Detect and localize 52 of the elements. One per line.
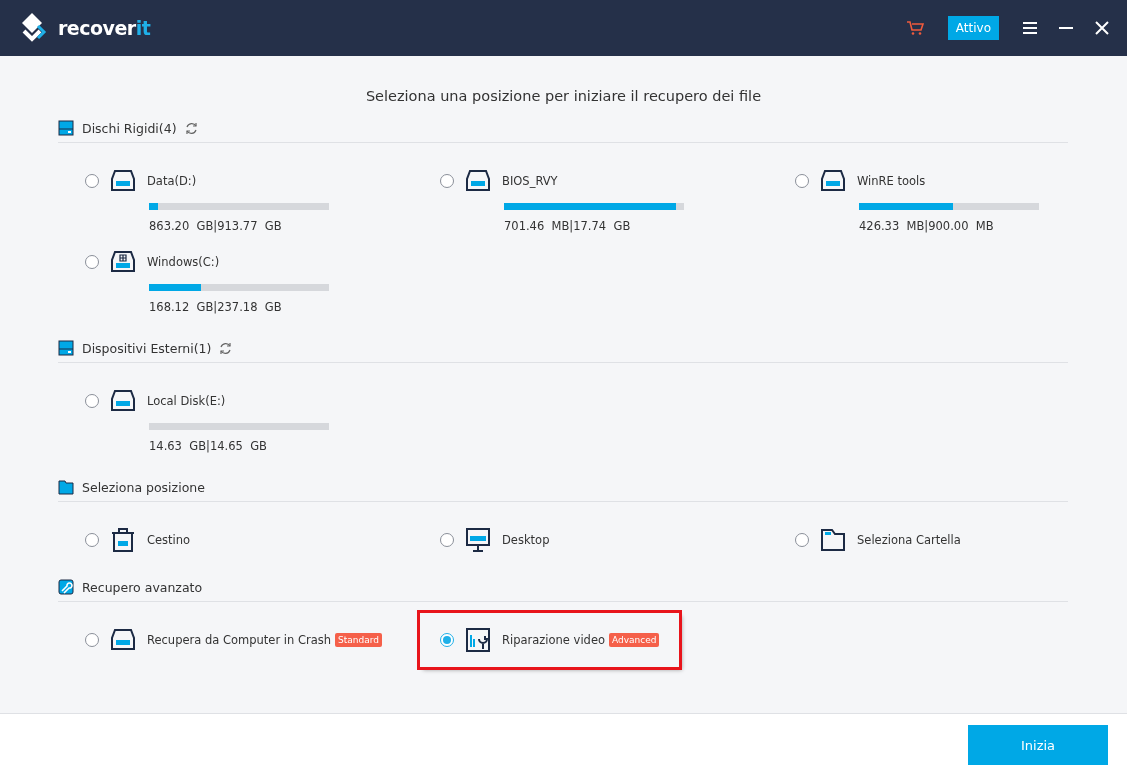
section-title: Seleziona posizione <box>82 479 205 495</box>
close-icon <box>1095 21 1109 35</box>
menu-icon <box>1023 22 1037 34</box>
location-label[interactable]: Data(D:) <box>147 174 197 188</box>
refresh-icon[interactable] <box>219 341 233 355</box>
cart-icon <box>905 20 924 36</box>
location-label[interactable]: Windows(C:) <box>147 255 220 269</box>
disk-size: 426.33 MB|900.00 MB <box>859 219 995 233</box>
radio-button[interactable] <box>85 255 99 269</box>
radio-button[interactable] <box>440 633 454 647</box>
refresh-icon[interactable] <box>184 121 198 135</box>
location-label[interactable]: Local Disk(E:) <box>147 394 226 408</box>
location-label[interactable]: Cestino <box>147 533 191 547</box>
windows-drive-icon <box>110 249 136 275</box>
location-label[interactable]: Seleziona Cartella <box>857 533 961 547</box>
location-label[interactable]: Desktop <box>502 533 550 547</box>
trash-icon <box>110 527 136 553</box>
radio-button[interactable] <box>440 533 454 547</box>
page-title: Seleziona una posizione per iniziare il recupero dei file <box>364 88 763 104</box>
drive-icon <box>820 168 846 194</box>
edition-badge: Advanced <box>609 633 660 647</box>
radio-button[interactable] <box>440 174 454 188</box>
drive-icon <box>110 168 136 194</box>
radio-button[interactable] <box>85 394 99 408</box>
radio-button[interactable] <box>85 174 99 188</box>
radio-button[interactable] <box>795 533 809 547</box>
disk-size: 701.46 MB|17.74 GB <box>504 219 632 233</box>
radio-button[interactable] <box>795 174 809 188</box>
folder-icon <box>58 479 74 495</box>
disk-size: 14.63 GB|14.65 GB <box>149 439 268 453</box>
drive-icon <box>465 168 491 194</box>
edition-badge: Standard <box>335 633 382 647</box>
location-label[interactable]: BIOS_RVY <box>502 174 558 188</box>
radio-button[interactable] <box>85 633 99 647</box>
section-title: Dispositivi Esterni(1) <box>82 340 212 356</box>
section-title: Dischi Rigidi(4) <box>82 120 177 136</box>
drive-icon <box>58 120 74 136</box>
drive-icon <box>110 627 136 653</box>
monitor-icon <box>465 527 491 553</box>
disk-size: 863.20 GB|913.77 GB <box>149 219 283 233</box>
folder-icon <box>820 527 846 553</box>
disk-size: 168.12 GB|237.18 GB <box>149 300 283 314</box>
wrench-icon <box>58 579 74 595</box>
drive-icon <box>110 388 136 414</box>
drive-icon <box>58 340 74 356</box>
location-label[interactable]: Recupera da Computer in Crash <box>147 633 332 647</box>
section-title: Recupero avanzato <box>82 579 203 595</box>
location-label[interactable]: WinRE tools <box>857 174 926 188</box>
logo-text: recoverit <box>58 17 151 39</box>
radio-button[interactable] <box>85 533 99 547</box>
location-label[interactable]: Riparazione video <box>502 633 605 647</box>
video-repair-icon <box>465 627 491 653</box>
